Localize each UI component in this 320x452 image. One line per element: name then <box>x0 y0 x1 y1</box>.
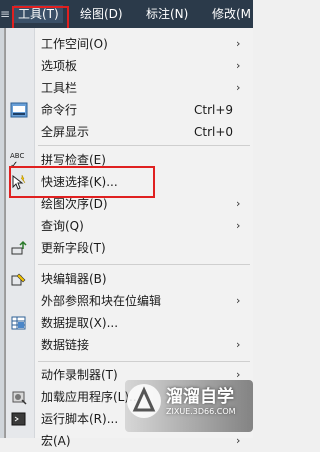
submenu-arrow-icon: › <box>236 434 241 447</box>
menu-separator <box>38 264 250 265</box>
menu-item-shortcut: Ctrl+0 <box>194 125 234 139</box>
spell-check-icon-text: ABC <box>10 152 25 160</box>
menu-item-data-links[interactable]: 数据链接 › <box>6 334 254 356</box>
tools-menu-highlight-box <box>12 6 69 30</box>
submenu-arrow-icon: › <box>236 81 241 94</box>
submenu-arrow-icon: › <box>236 37 241 50</box>
menu-item-update-fields[interactable]: 更新字段(T) <box>6 237 254 259</box>
menu-item-label: 更新字段(T) <box>41 241 106 255</box>
menu-item-label: 工作空间(O) <box>41 37 108 51</box>
menu-item-label: 绘图次序(D) <box>41 197 108 211</box>
watermark-url: ZIXUE.3D66.COM <box>166 407 236 416</box>
menu-item-label: 全屏显示 <box>41 125 90 139</box>
menu-item-label: 运行脚本(R)... <box>41 412 119 426</box>
menu-separator <box>38 361 250 362</box>
submenu-arrow-icon: › <box>236 197 241 210</box>
menu-item-label: 工具栏 <box>41 81 78 95</box>
menu-modify[interactable]: 修改(M <box>212 5 251 23</box>
menu-dimension[interactable]: 标注(N) <box>146 5 188 23</box>
menu-item-block-editor[interactable]: 块编辑器(B) <box>6 268 254 290</box>
command-line-icon <box>10 102 28 118</box>
menu-item-label: 查询(Q) <box>41 219 84 233</box>
menu-item-toolbars[interactable]: 工具栏 › <box>6 77 254 99</box>
block-editor-icon <box>10 271 28 287</box>
menu-item-macro[interactable]: 宏(A) › <box>6 430 254 452</box>
menu-item-command-line[interactable]: 命令行 Ctrl+9 <box>6 99 254 121</box>
tools-dropdown-menu: 工作空间(O) › 选项板 › 工具栏 › 命令行 Ctrl+9 全屏显示 Ct… <box>5 28 254 448</box>
menu-item-label: 动作录制器(T) <box>41 368 118 382</box>
menu-item-workspace[interactable]: 工作空间(O) › <box>6 33 254 55</box>
menu-item-shortcut: Ctrl+9 <box>194 103 234 117</box>
watermark-logo-icon <box>127 384 161 418</box>
menu-item-label: 选项板 <box>41 59 78 73</box>
menu-item-label: 数据链接 <box>41 338 90 352</box>
load-application-icon <box>10 389 28 405</box>
menu-separator <box>38 145 250 146</box>
watermark: 溜溜自学 ZIXUE.3D66.COM <box>125 380 253 432</box>
menu-item-inquiry[interactable]: 查询(Q) › <box>6 215 254 237</box>
submenu-arrow-icon: › <box>236 338 241 351</box>
menu-draw[interactable]: 绘图(D) <box>80 5 123 23</box>
menu-item-label: 数据提取(X)... <box>41 316 119 330</box>
update-fields-icon <box>10 240 28 256</box>
submenu-arrow-icon: › <box>236 219 241 232</box>
menu-item-label: 命令行 <box>41 103 78 117</box>
submenu-arrow-icon: › <box>236 294 241 307</box>
menu-item-xref-inplace-edit[interactable]: 外部参照和块在位编辑 › <box>6 290 254 312</box>
watermark-title: 溜溜自学 <box>166 387 234 407</box>
menu-item-palettes[interactable]: 选项板 › <box>6 55 254 77</box>
menu-item-data-extraction[interactable]: 数据提取(X)... <box>6 312 254 334</box>
run-script-icon <box>10 411 28 427</box>
submenu-arrow-icon: › <box>236 59 241 72</box>
menu-item-label: 外部参照和块在位编辑 <box>41 294 162 308</box>
menu-item-label: 块编辑器(B) <box>41 272 107 286</box>
data-extraction-icon <box>10 315 28 331</box>
quick-select-highlight-box <box>9 166 155 198</box>
menubar-left-stub: ≡ <box>0 7 11 21</box>
menu-item-label: 宏(A) <box>41 434 71 448</box>
menu-item-fullscreen[interactable]: 全屏显示 Ctrl+0 <box>6 121 254 143</box>
